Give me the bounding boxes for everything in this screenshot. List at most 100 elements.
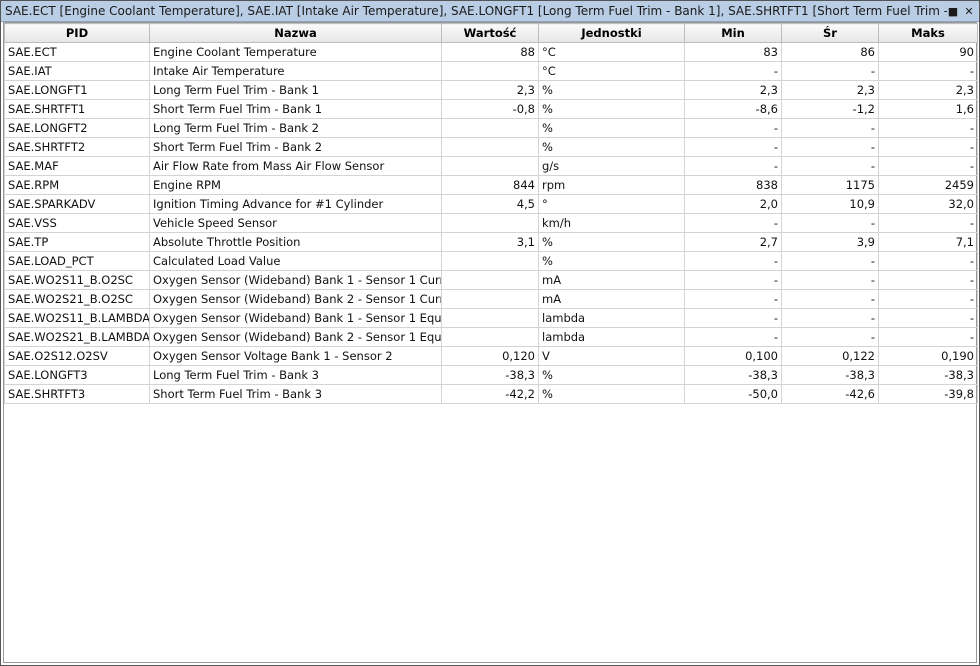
cell-min: - [684, 270, 782, 290]
cell-name: Long Term Fuel Trim - Bank 1 [149, 80, 442, 100]
table-row[interactable]: SAE.WO2S11_B.LAMBDA Oxygen Sensor (Wideba… [4, 308, 978, 328]
cell-avg: - [781, 213, 879, 233]
cell-avg: - [781, 137, 879, 157]
cell-name: Short Term Fuel Trim - Bank 1 [149, 99, 442, 119]
column-header-units[interactable]: Jednostki [538, 23, 685, 43]
cell-max: - [878, 327, 978, 347]
cell-avg: - [781, 327, 879, 347]
cell-value: 4,5 [441, 194, 539, 214]
cell-pid: SAE.SHRTFT1 [4, 99, 150, 119]
pin-icon[interactable]: ■ [947, 5, 959, 18]
cell-max: - [878, 213, 978, 233]
cell-value: 844 [441, 175, 539, 195]
cell-min: - [684, 308, 782, 328]
cell-min: 0,100 [684, 346, 782, 366]
cell-max: - [878, 289, 978, 309]
column-header-max[interactable]: Maks [878, 23, 978, 43]
cell-max: 2459 [878, 175, 978, 195]
table-row[interactable]: SAE.MAF Air Flow Rate from Mass Air Flow … [4, 156, 978, 176]
cell-min: 838 [684, 175, 782, 195]
cell-min: -8,6 [684, 99, 782, 119]
cell-pid: SAE.WO2S11_B.O2SC [4, 270, 150, 290]
cell-pid: SAE.SPARKADV [4, 194, 150, 214]
cell-pid: SAE.SHRTFT3 [4, 384, 150, 404]
table-row[interactable]: SAE.SHRTFT1 Short Term Fuel Trim - Bank 1… [4, 99, 978, 119]
cell-pid: SAE.WO2S21_B.LAMBDA [4, 327, 150, 347]
cell-name: Engine Coolant Temperature [149, 42, 442, 62]
cell-avg: 86 [781, 42, 879, 62]
column-header-avg[interactable]: Śr [781, 23, 879, 43]
cell-avg: -42,6 [781, 384, 879, 404]
cell-pid: SAE.SHRTFT2 [4, 137, 150, 157]
cell-max: 90 [878, 42, 978, 62]
table-row[interactable]: SAE.O2S12.O2SV Oxygen Sensor Voltage Bank… [4, 346, 978, 366]
cell-max: - [878, 118, 978, 138]
cell-avg: 1175 [781, 175, 879, 195]
cell-name: Long Term Fuel Trim - Bank 2 [149, 118, 442, 138]
cell-avg: 10,9 [781, 194, 879, 214]
cell-max: -39,8 [878, 384, 978, 404]
table-row[interactable]: SAE.WO2S11_B.O2SC Oxygen Sensor (Wideband… [4, 270, 978, 290]
table-row[interactable]: SAE.VSS Vehicle Speed Sensor km/h - - - [4, 213, 978, 233]
cell-value: -42,2 [441, 384, 539, 404]
table-row[interactable]: SAE.LONGFT3 Long Term Fuel Trim - Bank 3-… [4, 365, 978, 385]
cell-min: - [684, 327, 782, 347]
cell-min: - [684, 251, 782, 271]
table-row[interactable]: SAE.SPARKADV Ignition Timing Advance for … [4, 194, 978, 214]
table-row[interactable]: SAE.TP Absolute Throttle Position 3,1% 2,7 3… [4, 232, 978, 252]
cell-pid: SAE.TP [4, 232, 150, 252]
table-row[interactable]: SAE.LOAD_PCT Calculated Load Value% - - - [4, 251, 978, 271]
cell-units: % [538, 137, 685, 157]
close-icon[interactable]: ✕ [963, 5, 975, 18]
title-bar[interactable]: SAE.ECT [Engine Coolant Temperature], SA… [1, 1, 979, 22]
cell-value [441, 213, 539, 233]
cell-value [441, 251, 539, 271]
cell-name: Oxygen Sensor (Wideband) Bank 2 - Sensor… [149, 327, 442, 347]
column-header-value[interactable]: Wartość [441, 23, 539, 43]
table-row[interactable]: SAE.ECT Engine Coolant Temperature 88 °C 83 8… [4, 42, 978, 62]
cell-value: 3,1 [441, 232, 539, 252]
column-header-name[interactable]: Nazwa [149, 23, 442, 43]
cell-max: 32,0 [878, 194, 978, 214]
cell-name: Oxygen Sensor (Wideband) Bank 1 - Sensor… [149, 308, 442, 328]
cell-name: Ignition Timing Advance for #1 Cylinder [149, 194, 442, 214]
cell-min: - [684, 213, 782, 233]
cell-max: - [878, 308, 978, 328]
cell-units: °C [538, 61, 685, 81]
cell-units: lambda [538, 327, 685, 347]
cell-pid: SAE.O2S12.O2SV [4, 346, 150, 366]
cell-avg: - [781, 308, 879, 328]
column-header-pid[interactable]: PID [4, 23, 150, 43]
cell-avg: 0,122 [781, 346, 879, 366]
cell-pid: SAE.RPM [4, 175, 150, 195]
table-row[interactable]: SAE.LONGFT1 Long Term Fuel Trim - Bank 12… [4, 80, 978, 100]
table-row[interactable]: SAE.LONGFT2 Long Term Fuel Trim - Bank 2%… [4, 118, 978, 138]
table-row[interactable]: SAE.WO2S21_B.LAMBDA Oxygen Sensor (Wideba… [4, 327, 978, 347]
table-row[interactable]: SAE.SHRTFT3 Short Term Fuel Trim - Bank 3… [4, 384, 978, 404]
cell-avg: 2,3 [781, 80, 879, 100]
table-row[interactable]: SAE.WO2S21_B.O2SC Oxygen Sensor (Wideband… [4, 289, 978, 309]
cell-min: 2,3 [684, 80, 782, 100]
cell-units: % [538, 118, 685, 138]
cell-max: 0,190 [878, 346, 978, 366]
cell-pid: SAE.ECT [4, 42, 150, 62]
cell-name: Absolute Throttle Position [149, 232, 442, 252]
table-row[interactable]: SAE.SHRTFT2 Short Term Fuel Trim - Bank 2… [4, 137, 978, 157]
cell-min: 2,7 [684, 232, 782, 252]
cell-min: - [684, 137, 782, 157]
table-row[interactable]: SAE.IAT Intake Air Temperature °C - - - [4, 61, 978, 81]
cell-value: -38,3 [441, 365, 539, 385]
header-row: PID Nazwa Wartość Jednostki Min Śr Maks [4, 23, 978, 43]
cell-units: mA [538, 289, 685, 309]
window-title: SAE.ECT [Engine Coolant Temperature], SA… [5, 4, 947, 18]
data-window: SAE.ECT [Engine Coolant Temperature], SA… [0, 0, 980, 666]
cell-avg: - [781, 118, 879, 138]
cell-units: % [538, 251, 685, 271]
column-header-min[interactable]: Min [684, 23, 782, 43]
cell-units: mA [538, 270, 685, 290]
table-row[interactable]: SAE.RPM Engine RPM 844 rpm 838 1175 2459 [4, 175, 978, 195]
cell-name: Intake Air Temperature [149, 61, 442, 81]
cell-name: Oxygen Sensor Voltage Bank 1 - Sensor 2 [149, 346, 442, 366]
cell-min: 2,0 [684, 194, 782, 214]
cell-max: - [878, 61, 978, 81]
